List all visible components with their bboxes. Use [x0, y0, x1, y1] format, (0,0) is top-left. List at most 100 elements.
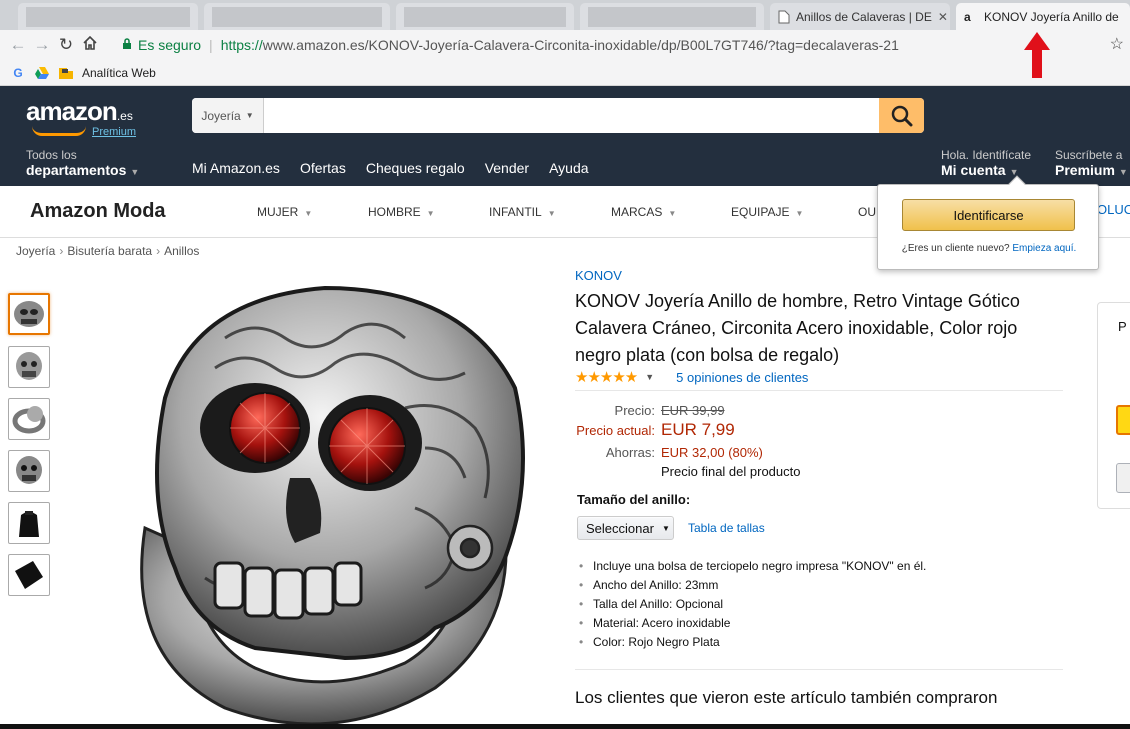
skull-ring-image: [140, 285, 525, 726]
thumbnail-3[interactable]: [8, 398, 50, 440]
tab-title: KONOV Joyería Anillo de: [984, 9, 1119, 24]
breadcrumb-joyeria[interactable]: Joyería: [16, 244, 55, 258]
price-label: Precio:: [614, 403, 655, 418]
departments-menu[interactable]: Todos los departamentos ▼: [26, 148, 139, 178]
lock-icon: [122, 37, 132, 53]
new-customer-text: ¿Eres un cliente nuevo? Empieza aquí.: [878, 243, 1100, 254]
search-input[interactable]: [264, 98, 879, 133]
browser-tab[interactable]: [396, 3, 574, 30]
breadcrumb: Joyería › Bisutería barata › Anillos: [16, 244, 199, 258]
nav-mi-amazon[interactable]: Mi Amazon.es: [192, 160, 280, 176]
divider: [575, 390, 1063, 391]
start-here-link[interactable]: Empieza aquí.: [1012, 243, 1076, 254]
search-button[interactable]: [879, 98, 924, 133]
signin-flyout: Identificarse ¿Eres un cliente nuevo? Em…: [877, 175, 1100, 270]
breadcrumb-anillos[interactable]: Anillos: [164, 244, 199, 258]
moda-item-trailing[interactable]: OLUC: [1097, 202, 1130, 217]
list-price: EUR 39,99: [661, 403, 725, 418]
feature-bullets: Incluye una bolsa de terciopelo negro im…: [579, 557, 926, 652]
wishlist-button[interactable]: [1116, 463, 1130, 493]
buy-box-label: P: [1118, 319, 1127, 334]
browser-toolbar: ← → ↻ Es seguro | https:// www.amazon.es…: [0, 30, 1130, 60]
folder-icon[interactable]: [58, 65, 74, 81]
browser-tab[interactable]: Anillos de Calaveras | DE ✕: [770, 3, 950, 30]
savings-label: Ahorras:: [605, 445, 655, 460]
home-icon[interactable]: [78, 35, 102, 55]
premium-menu[interactable]: Suscríbete a Premium ▼: [1055, 148, 1128, 178]
moda-title[interactable]: Amazon Moda: [30, 200, 166, 223]
also-bought-heading: Los clientes que vieron este artículo ta…: [575, 688, 998, 707]
chevron-down-icon: ▼: [668, 209, 677, 218]
moda-item-equipaje[interactable]: EQUIPAJE ▼: [731, 205, 803, 219]
nav-vender[interactable]: Vender: [485, 160, 529, 176]
chevron-down-icon: ▼: [661, 523, 670, 533]
nav-cheques-regalo[interactable]: Cheques regalo: [366, 160, 465, 176]
gift-bag-thumbnail-image: [19, 511, 39, 537]
gift-bag-thumbnail-image: [15, 561, 43, 589]
logo-premium: Premium: [92, 126, 137, 138]
logo-text: amazon: [26, 96, 118, 126]
chevron-down-icon: ▼: [130, 167, 140, 177]
chevron-down-icon[interactable]: ▼: [645, 372, 654, 382]
size-chart-link[interactable]: Tabla de tallas: [688, 521, 765, 535]
moda-item-label: EQUIPAJE: [731, 205, 790, 219]
chevron-down-icon: ▼: [245, 111, 254, 120]
secure-label: Es seguro: [138, 37, 202, 53]
thumbnail-1[interactable]: [8, 293, 50, 335]
moda-item-hombre[interactable]: HOMBRE ▼: [368, 205, 435, 219]
moda-item-marcas[interactable]: MARCAS ▼: [611, 205, 676, 219]
tab-title: Anillos de Calaveras | DE: [796, 9, 932, 24]
add-to-cart-button[interactable]: [1116, 405, 1130, 435]
current-price: EUR 7,99: [661, 420, 735, 439]
nav-ofertas[interactable]: Ofertas: [300, 160, 346, 176]
reload-icon[interactable]: ↻: [54, 35, 78, 55]
thumbnail-5[interactable]: [8, 502, 50, 544]
browser-tab-active[interactable]: a KONOV Joyería Anillo de: [956, 3, 1130, 30]
size-label: Tamaño del anillo:: [577, 492, 691, 507]
forward-icon[interactable]: →: [30, 35, 54, 55]
logo-suffix: .es: [116, 109, 133, 123]
thumbnail-2[interactable]: [8, 346, 50, 388]
bookmark-analitica[interactable]: Analítica Web: [82, 66, 156, 80]
moda-item-label: HOMBRE: [368, 205, 421, 219]
nav-ayuda[interactable]: Ayuda: [549, 160, 588, 176]
url-scheme: https://: [220, 37, 263, 53]
google-icon[interactable]: G: [10, 65, 26, 81]
thumbnail-6[interactable]: [8, 554, 50, 596]
search-category-label: Joyería: [201, 108, 241, 123]
moda-item-mujer[interactable]: MUJER ▼: [257, 205, 312, 219]
drive-icon[interactable]: [34, 65, 50, 81]
breadcrumb-bisuteria[interactable]: Bisutería barata: [67, 244, 152, 258]
size-select[interactable]: Seleccionar ▼: [577, 516, 674, 540]
amazon-header: amazon.es Premium Joyería ▼ Todos los de…: [0, 86, 1130, 186]
signin-button[interactable]: Identificarse: [902, 199, 1075, 231]
bookmark-star-icon[interactable]: ☆: [1110, 34, 1124, 54]
search-bar: Joyería ▼: [192, 98, 924, 133]
logo-smile-icon: [32, 126, 86, 136]
account-menu[interactable]: Hola. Identifícate Mi cuenta ▼: [941, 148, 1031, 178]
product-brand-link[interactable]: KONOV: [575, 268, 622, 283]
back-icon[interactable]: ←: [6, 35, 30, 55]
annotation-arrow-icon: [1024, 32, 1050, 78]
star-rating-icon[interactable]: ★★★★★: [575, 368, 638, 386]
bookmarks-bar: G Analítica Web: [0, 60, 1130, 86]
moda-item-infantil[interactable]: INFANTIL ▼: [489, 205, 556, 219]
reviews-link[interactable]: 5 opiniones de clientes: [676, 370, 808, 385]
browser-tab[interactable]: [580, 3, 764, 30]
skull-ring-thumbnail-image: [14, 301, 44, 327]
browser-tab[interactable]: [18, 3, 198, 30]
address-bar[interactable]: Es seguro | https:// www.amazon.es/KONOV…: [122, 34, 1112, 56]
close-icon[interactable]: ✕: [938, 10, 948, 24]
thumbnail-4[interactable]: [8, 450, 50, 492]
moda-item-outlet[interactable]: OU: [858, 205, 876, 219]
search-category-select[interactable]: Joyería ▼: [192, 98, 264, 133]
feature-bullet: Incluye una bolsa de terciopelo negro im…: [579, 557, 926, 576]
amazon-logo[interactable]: amazon.es Premium: [26, 96, 136, 138]
premium-line2: Premium: [1055, 162, 1115, 178]
main-product-image[interactable]: [105, 278, 535, 729]
premium-line1: Suscríbete a: [1055, 148, 1123, 162]
departments-line1: Todos los: [26, 148, 77, 162]
chevron-right-icon: ›: [59, 244, 64, 258]
browser-tab[interactable]: [204, 3, 390, 30]
feature-bullet: Color: Rojo Negro Plata: [579, 633, 926, 652]
